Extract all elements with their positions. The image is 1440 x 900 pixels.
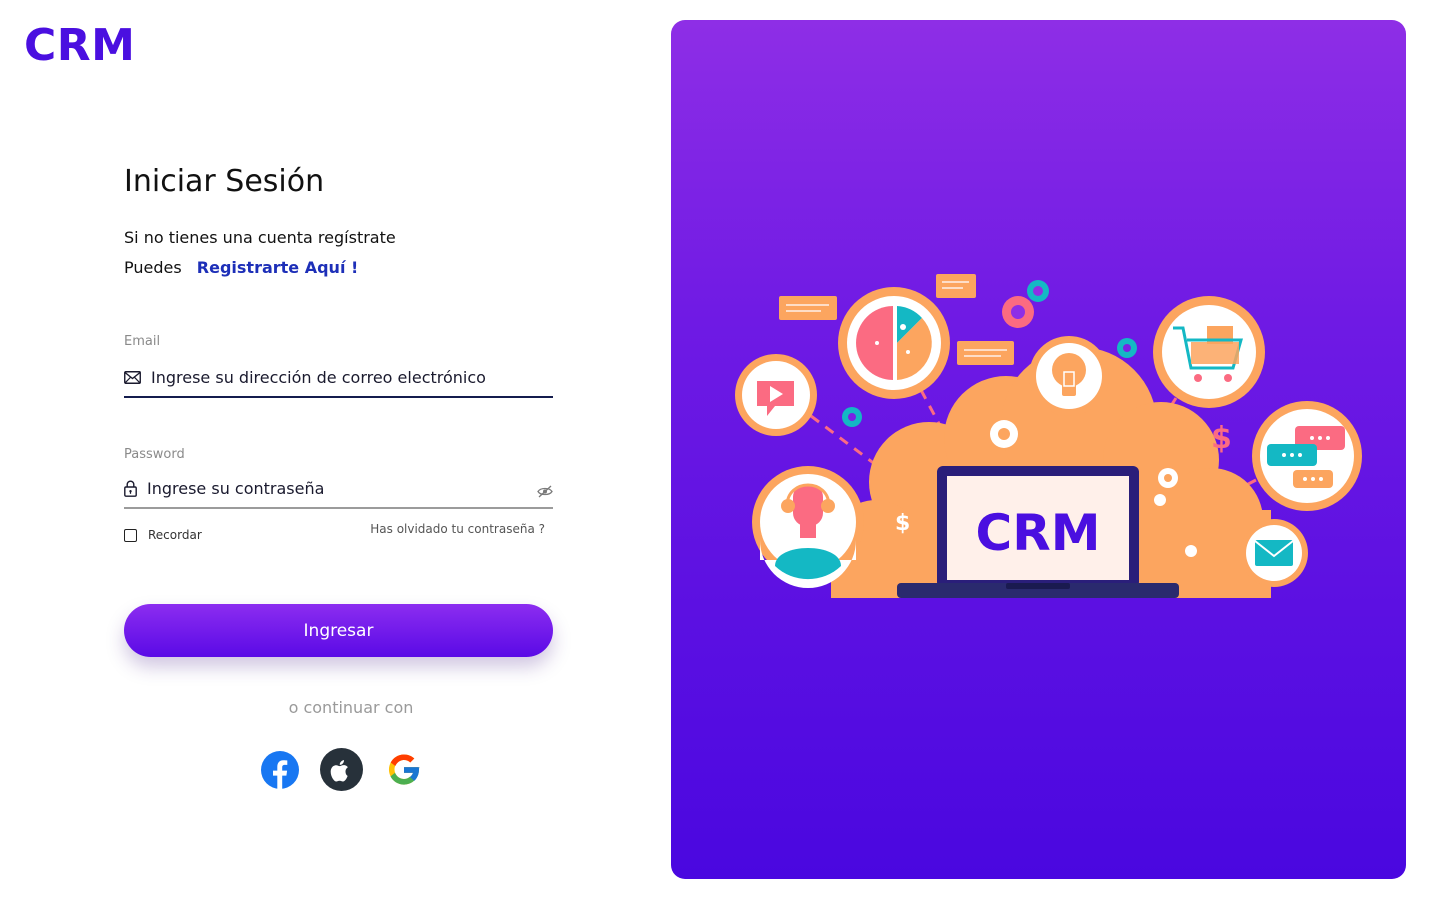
mail-icon bbox=[1240, 519, 1308, 587]
login-form: Iniciar Sesión Si no tienes una cuenta r… bbox=[124, 160, 553, 791]
lock-icon bbox=[124, 480, 137, 497]
pie-chart-icon bbox=[838, 287, 950, 399]
page-title: Iniciar Sesión bbox=[124, 164, 325, 199]
laptop-crm-text: CRM bbox=[976, 504, 1101, 562]
email-field-wrapper bbox=[124, 358, 553, 398]
video-play-icon bbox=[735, 354, 817, 436]
brand-logo: CRM bbox=[24, 20, 136, 71]
crm-illustration: $ CRM $ bbox=[735, 274, 1362, 598]
lightbulb-icon bbox=[1029, 336, 1109, 416]
register-prefix: Puedes bbox=[124, 258, 182, 277]
email-label: Email bbox=[124, 334, 161, 349]
social-login-group bbox=[258, 748, 425, 791]
continue-with-label: o continuar con bbox=[288, 698, 414, 717]
facebook-icon bbox=[260, 750, 299, 789]
apple-login-button[interactable] bbox=[320, 748, 363, 791]
password-field-wrapper bbox=[124, 469, 553, 509]
password-label: Password bbox=[124, 447, 185, 462]
apple-icon bbox=[320, 748, 363, 791]
remember-checkbox[interactable] bbox=[124, 528, 137, 542]
envelope-icon bbox=[124, 370, 141, 384]
hero-panel: $ CRM $ bbox=[671, 20, 1406, 879]
google-login-button[interactable] bbox=[382, 748, 425, 791]
register-link[interactable]: Registrarte Aquí ! bbox=[197, 258, 359, 277]
register-hint: Si no tienes una cuenta regístrate bbox=[124, 228, 396, 247]
forgot-password-link[interactable]: Has olvidado tu contraseña ? bbox=[370, 522, 545, 536]
svg-text:$: $ bbox=[895, 511, 910, 536]
svg-text:$: $ bbox=[1211, 421, 1232, 456]
eye-off-icon[interactable] bbox=[537, 485, 553, 498]
password-input[interactable] bbox=[147, 478, 537, 498]
chat-bubbles-icon bbox=[1252, 401, 1362, 511]
register-line: Puedes Registrarte Aquí ! bbox=[124, 258, 358, 277]
remember-option[interactable]: Recordar bbox=[124, 528, 202, 542]
remember-label: Recordar bbox=[148, 528, 202, 542]
google-icon bbox=[388, 753, 420, 785]
login-button[interactable]: Ingresar bbox=[124, 604, 553, 657]
shopping-cart-icon bbox=[1153, 296, 1265, 408]
facebook-login-button[interactable] bbox=[258, 748, 301, 791]
email-input[interactable] bbox=[151, 367, 553, 387]
